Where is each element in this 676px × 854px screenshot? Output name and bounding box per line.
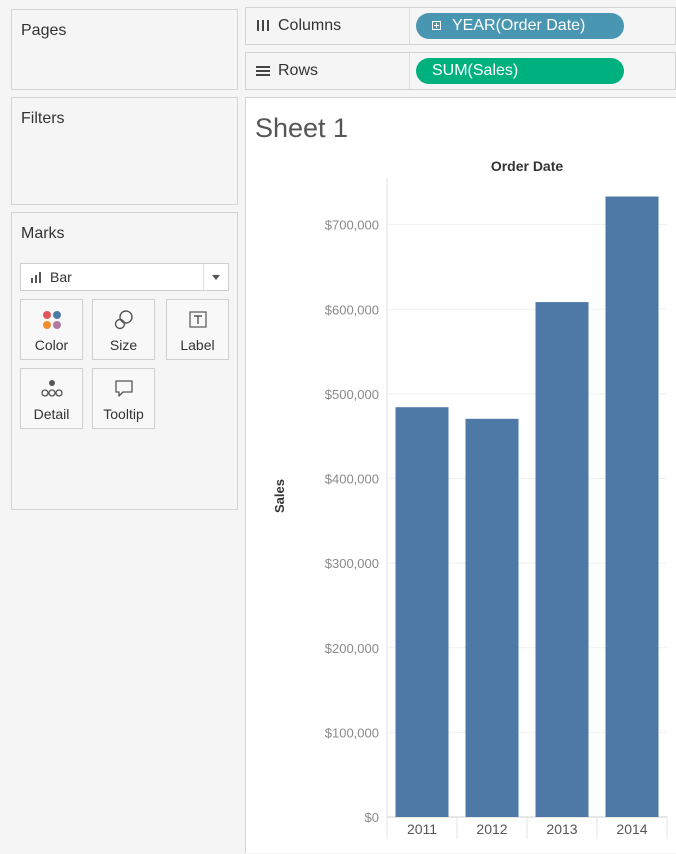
rows-icon (256, 66, 270, 76)
expand-icon[interactable] (432, 21, 441, 30)
color-dots-icon (42, 311, 61, 329)
label-button[interactable]: Label (166, 299, 229, 360)
y-tick-label: $0 (365, 810, 379, 825)
y-axis-label: Sales (272, 479, 287, 513)
mark-type-dropdown[interactable]: Bar (20, 263, 229, 291)
sum-sales-pill[interactable]: SUM(Sales) (416, 58, 624, 84)
pages-shelf[interactable]: Pages (11, 9, 238, 90)
rows-pill-label: SUM(Sales) (432, 62, 519, 79)
label-label: Label (180, 337, 215, 353)
x-tick-label: 2011 (407, 821, 437, 837)
bar[interactable] (535, 302, 589, 817)
rows-shelf[interactable]: Rows SUM(Sales) (245, 52, 676, 90)
pages-title: Pages (21, 22, 67, 39)
bar[interactable] (465, 418, 519, 817)
column-header: Order Date (491, 158, 564, 174)
y-tick-label: $500,000 (325, 387, 379, 402)
detail-button[interactable]: Detail (20, 368, 83, 429)
y-tick-label: $400,000 (325, 472, 379, 487)
columns-label: Columns (278, 17, 342, 34)
bar-chart: $0 $100,000 $200,000 $300,000 $400,000 $500,0… (272, 158, 668, 839)
chevron-down-icon[interactable] (203, 264, 228, 290)
filters-shelf[interactable]: Filters (11, 97, 238, 205)
bar-chart-icon (31, 272, 41, 283)
columns-icon (257, 20, 269, 31)
rows-label: Rows (278, 62, 319, 79)
detail-label: Detail (33, 406, 70, 422)
bar[interactable] (395, 407, 449, 817)
size-icon (114, 310, 133, 330)
y-tick-label: $200,000 (325, 641, 379, 656)
x-tick-label: 2014 (616, 821, 647, 837)
marks-title: Marks (21, 225, 65, 242)
sheet-view: Sheet 1 $0 $100,000 $200,000 $300,000 $400,0… (245, 97, 676, 853)
y-tick-label: $100,000 (325, 725, 379, 740)
y-tick-label: $300,000 (325, 556, 379, 571)
y-tick-label: $600,000 (325, 302, 379, 317)
mark-type-label: Bar (50, 269, 72, 285)
color-label: Color (34, 337, 69, 353)
columns-pill-label: YEAR(Order Date) (452, 17, 586, 34)
x-tick-label: 2012 (476, 821, 507, 837)
year-order-date-pill[interactable]: YEAR(Order Date) (416, 13, 624, 39)
filters-title: Filters (21, 110, 65, 127)
y-tick-label: $700,000 (325, 218, 379, 233)
shelf-divider (409, 53, 410, 89)
tooltip-icon (114, 380, 133, 397)
marks-card: Marks Bar Color Size Label Detail Toolti… (11, 212, 238, 510)
color-button[interactable]: Color (20, 299, 83, 360)
tooltip-label: Tooltip (103, 406, 144, 422)
x-tick-label: 2013 (546, 821, 577, 837)
tooltip-button[interactable]: Tooltip (92, 368, 155, 429)
columns-shelf[interactable]: Columns YEAR(Order Date) (245, 7, 676, 45)
bar[interactable] (605, 196, 659, 817)
text-label-icon (188, 311, 207, 328)
size-label: Size (109, 337, 138, 353)
shelf-divider (409, 8, 410, 44)
detail-icon (40, 380, 63, 397)
size-button[interactable]: Size (92, 299, 155, 360)
